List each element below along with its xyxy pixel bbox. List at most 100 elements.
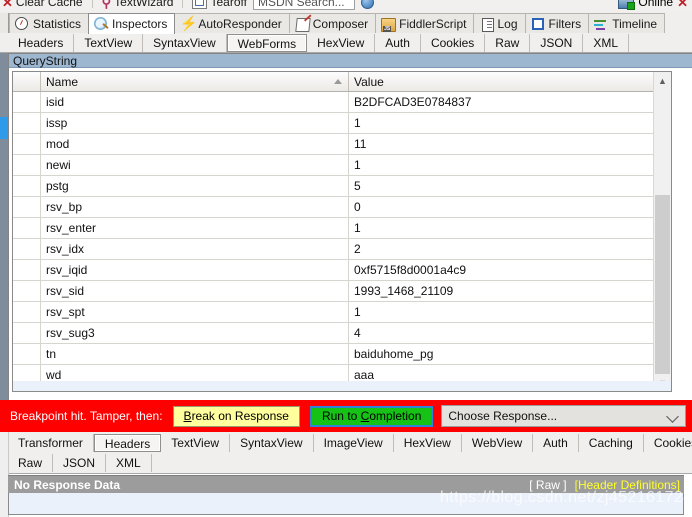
- scroll-up-button[interactable]: ▲: [654, 72, 671, 89]
- header-definitions-link[interactable]: [Header Definitions]: [575, 478, 680, 492]
- response-tab-textview[interactable]: TextView: [161, 434, 231, 452]
- tab-composer[interactable]: Composer: [288, 13, 377, 33]
- response-tab-syntaxview[interactable]: SyntaxView: [230, 434, 314, 452]
- tab-log[interactable]: Log: [473, 13, 526, 33]
- table-row[interactable]: pstg 5: [13, 175, 671, 197]
- table-row[interactable]: mod 11: [13, 133, 671, 155]
- choose-response-dropdown[interactable]: Choose Response...: [441, 405, 686, 427]
- table-row[interactable]: isid B2DFCAD3E0784837: [13, 91, 671, 113]
- cell-value[interactable]: 1: [348, 112, 671, 134]
- response-tab-hexview[interactable]: HexView: [394, 434, 462, 452]
- cell-value[interactable]: baiduhome_pg: [348, 343, 671, 365]
- row-selector[interactable]: [13, 175, 41, 197]
- tab-timeline[interactable]: Timeline: [588, 13, 666, 33]
- row-selector[interactable]: [13, 112, 41, 134]
- toolbar-clear-cache[interactable]: ✕ Clear Cache: [2, 0, 83, 9]
- table-row[interactable]: issp 1: [13, 112, 671, 134]
- request-tab-json[interactable]: JSON: [530, 33, 584, 52]
- cell-value[interactable]: 1993_1468_21109: [348, 280, 671, 302]
- response-tab-caching[interactable]: Caching: [579, 434, 644, 452]
- cell-value[interactable]: 2: [348, 238, 671, 260]
- response-tab-auth[interactable]: Auth: [533, 434, 579, 452]
- row-selector[interactable]: [13, 343, 41, 365]
- toolbar-text-wizard[interactable]: ⚲ TextWizard: [102, 0, 174, 9]
- tab-filters[interactable]: Filters: [524, 13, 590, 33]
- row-selector[interactable]: [13, 301, 41, 323]
- request-tab-syntaxview[interactable]: SyntaxView: [143, 33, 227, 52]
- raw-link[interactable]: [ Raw ]: [529, 478, 574, 492]
- column-header-value[interactable]: Value: [348, 72, 671, 92]
- table-row[interactable]: rsv_iqid 0xf5715f8d0001a4c9: [13, 259, 671, 281]
- request-tab-auth[interactable]: Auth: [375, 33, 421, 52]
- response-tab-headers[interactable]: Headers: [93, 434, 162, 452]
- row-selector[interactable]: [13, 154, 41, 176]
- globe-icon[interactable]: [360, 0, 374, 9]
- response-tab-transformer[interactable]: Transformer: [8, 434, 94, 452]
- table-row[interactable]: newi 1: [13, 154, 671, 176]
- cell-value[interactable]: 1: [348, 154, 671, 176]
- cell-name[interactable]: isid: [40, 91, 349, 113]
- cell-value[interactable]: 1: [348, 301, 671, 323]
- row-selector[interactable]: [13, 238, 41, 260]
- cell-value[interactable]: 0: [348, 196, 671, 218]
- tab-autoresponder[interactable]: AutoResponder: [174, 13, 290, 33]
- row-selector[interactable]: [13, 280, 41, 302]
- response-tab-xml[interactable]: XML: [106, 454, 152, 472]
- table-row[interactable]: rsv_enter 1: [13, 217, 671, 239]
- left-vertical-scrollbar[interactable]: [0, 53, 8, 400]
- cell-name[interactable]: newi: [40, 154, 349, 176]
- grid-vertical-scrollbar[interactable]: ▲ ▼: [653, 72, 671, 391]
- row-selector[interactable]: [13, 91, 41, 113]
- cell-value[interactable]: 4: [348, 322, 671, 344]
- table-row[interactable]: rsv_bp 0: [13, 196, 671, 218]
- request-tab-headers[interactable]: Headers: [8, 33, 75, 52]
- table-row[interactable]: rsv_spt 1: [13, 301, 671, 323]
- cell-name[interactable]: rsv_idx: [40, 238, 349, 260]
- tab-statistics[interactable]: Statistics: [9, 13, 90, 33]
- cell-value[interactable]: 1: [348, 217, 671, 239]
- cell-name[interactable]: rsv_enter: [40, 217, 349, 239]
- request-tab-raw[interactable]: Raw: [485, 33, 531, 52]
- cell-value[interactable]: 11: [348, 133, 671, 155]
- break-on-response-button[interactable]: Break on Response: [172, 405, 300, 427]
- request-tab-hexview[interactable]: HexView: [307, 33, 376, 52]
- table-row[interactable]: rsv_sug3 4: [13, 322, 671, 344]
- table-row[interactable]: rsv_idx 2: [13, 238, 671, 260]
- response-tab-raw[interactable]: Raw: [8, 454, 54, 472]
- cell-name[interactable]: rsv_bp: [40, 196, 349, 218]
- response-tab-json[interactable]: JSON: [53, 454, 107, 472]
- toolbar-tearoff[interactable]: Tearoff: [192, 0, 247, 9]
- table-row[interactable]: rsv_sid 1993_1468_21109: [13, 280, 671, 302]
- request-tab-xml[interactable]: XML: [583, 33, 630, 52]
- request-tab-webforms[interactable]: WebForms: [226, 33, 308, 52]
- left-scrollbar-thumb[interactable]: [0, 117, 8, 139]
- column-header-name[interactable]: Name: [40, 72, 349, 92]
- cell-name[interactable]: mod: [40, 133, 349, 155]
- cell-value[interactable]: 5: [348, 175, 671, 197]
- cell-name[interactable]: tn: [40, 343, 349, 365]
- run-to-completion-button[interactable]: Run to Completion: [309, 405, 434, 427]
- msdn-search-input[interactable]: MSDN Search...: [252, 0, 355, 10]
- table-row[interactable]: tn baiduhome_pg: [13, 343, 671, 365]
- close-icon[interactable]: ✕: [677, 0, 688, 9]
- tab-fiddlerscript[interactable]: FiddlerScript: [375, 13, 475, 33]
- response-tab-cookies[interactable]: Cookies: [644, 434, 692, 452]
- grid-scrollbar-thumb[interactable]: [655, 195, 670, 376]
- cell-name[interactable]: rsv_sid: [40, 280, 349, 302]
- row-selector[interactable]: [13, 196, 41, 218]
- row-selector[interactable]: [13, 322, 41, 344]
- cell-value[interactable]: B2DFCAD3E0784837: [348, 91, 671, 113]
- response-tab-webview[interactable]: WebView: [462, 434, 534, 452]
- cell-name[interactable]: rsv_iqid: [40, 259, 349, 281]
- row-selector[interactable]: [13, 259, 41, 281]
- tab-inspectors[interactable]: Inspectors: [88, 13, 176, 34]
- cell-name[interactable]: rsv_spt: [40, 301, 349, 323]
- cell-name[interactable]: issp: [40, 112, 349, 134]
- request-tab-textview[interactable]: TextView: [74, 33, 144, 52]
- online-label[interactable]: Online: [638, 0, 673, 9]
- row-selector[interactable]: [13, 217, 41, 239]
- row-selector[interactable]: [13, 133, 41, 155]
- request-tab-cookies[interactable]: Cookies: [421, 33, 486, 52]
- cell-name[interactable]: rsv_sug3: [40, 322, 349, 344]
- cell-value[interactable]: 0xf5715f8d0001a4c9: [348, 259, 671, 281]
